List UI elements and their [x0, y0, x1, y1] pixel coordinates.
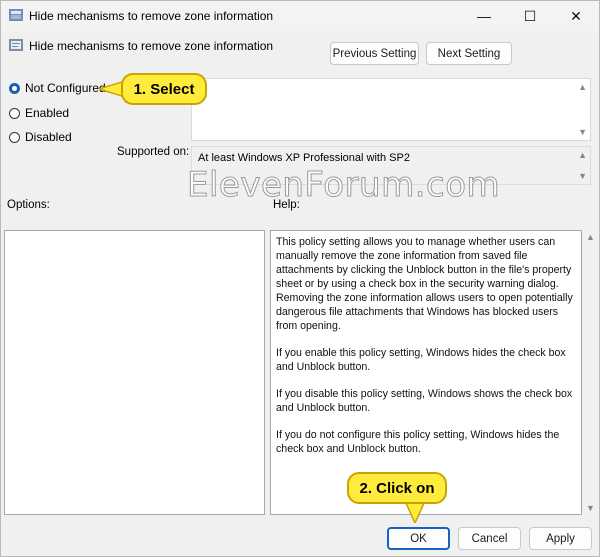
scroll-down-icon[interactable]: ▼	[578, 171, 587, 181]
title-bar: Hide mechanisms to remove zone informati…	[1, 1, 599, 31]
policy-setting-icon	[9, 39, 23, 51]
close-button[interactable]: ✕	[553, 1, 599, 31]
help-label: Help:	[273, 199, 300, 211]
radio-enabled[interactable]: Enabled	[9, 106, 69, 120]
radio-label: Enabled	[25, 106, 70, 120]
callout-select: 1. Select	[121, 73, 207, 105]
callout-pointer-icon	[404, 501, 426, 523]
options-pane	[4, 230, 265, 515]
scroll-up-icon[interactable]: ▲	[586, 232, 595, 242]
radio-unchecked-icon	[9, 131, 20, 143]
scroll-up-icon[interactable]: ▲	[578, 150, 587, 160]
watermark: ElevenForum.com	[186, 165, 501, 206]
help-paragraph: This policy setting allows you to manage…	[276, 236, 573, 332]
help-paragraph: If you enable this policy setting, Windo…	[276, 347, 566, 373]
radio-label: Not Configured	[25, 81, 106, 95]
cancel-button[interactable]: Cancel	[458, 527, 521, 550]
supported-on-value: At least Windows XP Professional with SP…	[198, 152, 410, 164]
callout-click-on: 2. Click on	[347, 472, 447, 504]
minimize-button[interactable]: —	[461, 1, 507, 31]
scroll-down-icon[interactable]: ▼	[586, 503, 595, 513]
scroll-up-icon[interactable]: ▲	[578, 82, 587, 92]
help-scrollbar[interactable]: ▲ ▼	[583, 230, 598, 515]
radio-disabled[interactable]: Disabled	[9, 130, 72, 144]
policy-name: Hide mechanisms to remove zone informati…	[29, 39, 274, 53]
policy-app-icon	[9, 9, 23, 21]
radio-not-configured[interactable]: Not Configured	[9, 81, 106, 95]
options-label: Options:	[7, 199, 50, 211]
next-setting-button[interactable]: Next Setting	[426, 42, 512, 65]
scroll-down-icon[interactable]: ▼	[578, 127, 587, 137]
window-title: Hide mechanisms to remove zone informati…	[29, 9, 274, 23]
radio-unchecked-icon	[9, 107, 20, 119]
maximize-button[interactable]: ☐	[507, 1, 553, 31]
radio-label: Disabled	[25, 130, 72, 144]
radio-checked-icon	[9, 82, 20, 94]
ok-button[interactable]: OK	[387, 527, 450, 550]
help-paragraph: If you do not configure this policy sett…	[276, 429, 560, 455]
previous-setting-button[interactable]: Previous Setting	[330, 42, 419, 65]
dialog-window: Hide mechanisms to remove zone informati…	[0, 0, 600, 557]
comment-textarea[interactable]: ▲ ▼	[191, 78, 591, 141]
help-paragraph: If you disable this policy setting, Wind…	[276, 388, 573, 414]
apply-button[interactable]: Apply	[529, 527, 592, 550]
supported-on-label: Supported on:	[117, 146, 190, 158]
